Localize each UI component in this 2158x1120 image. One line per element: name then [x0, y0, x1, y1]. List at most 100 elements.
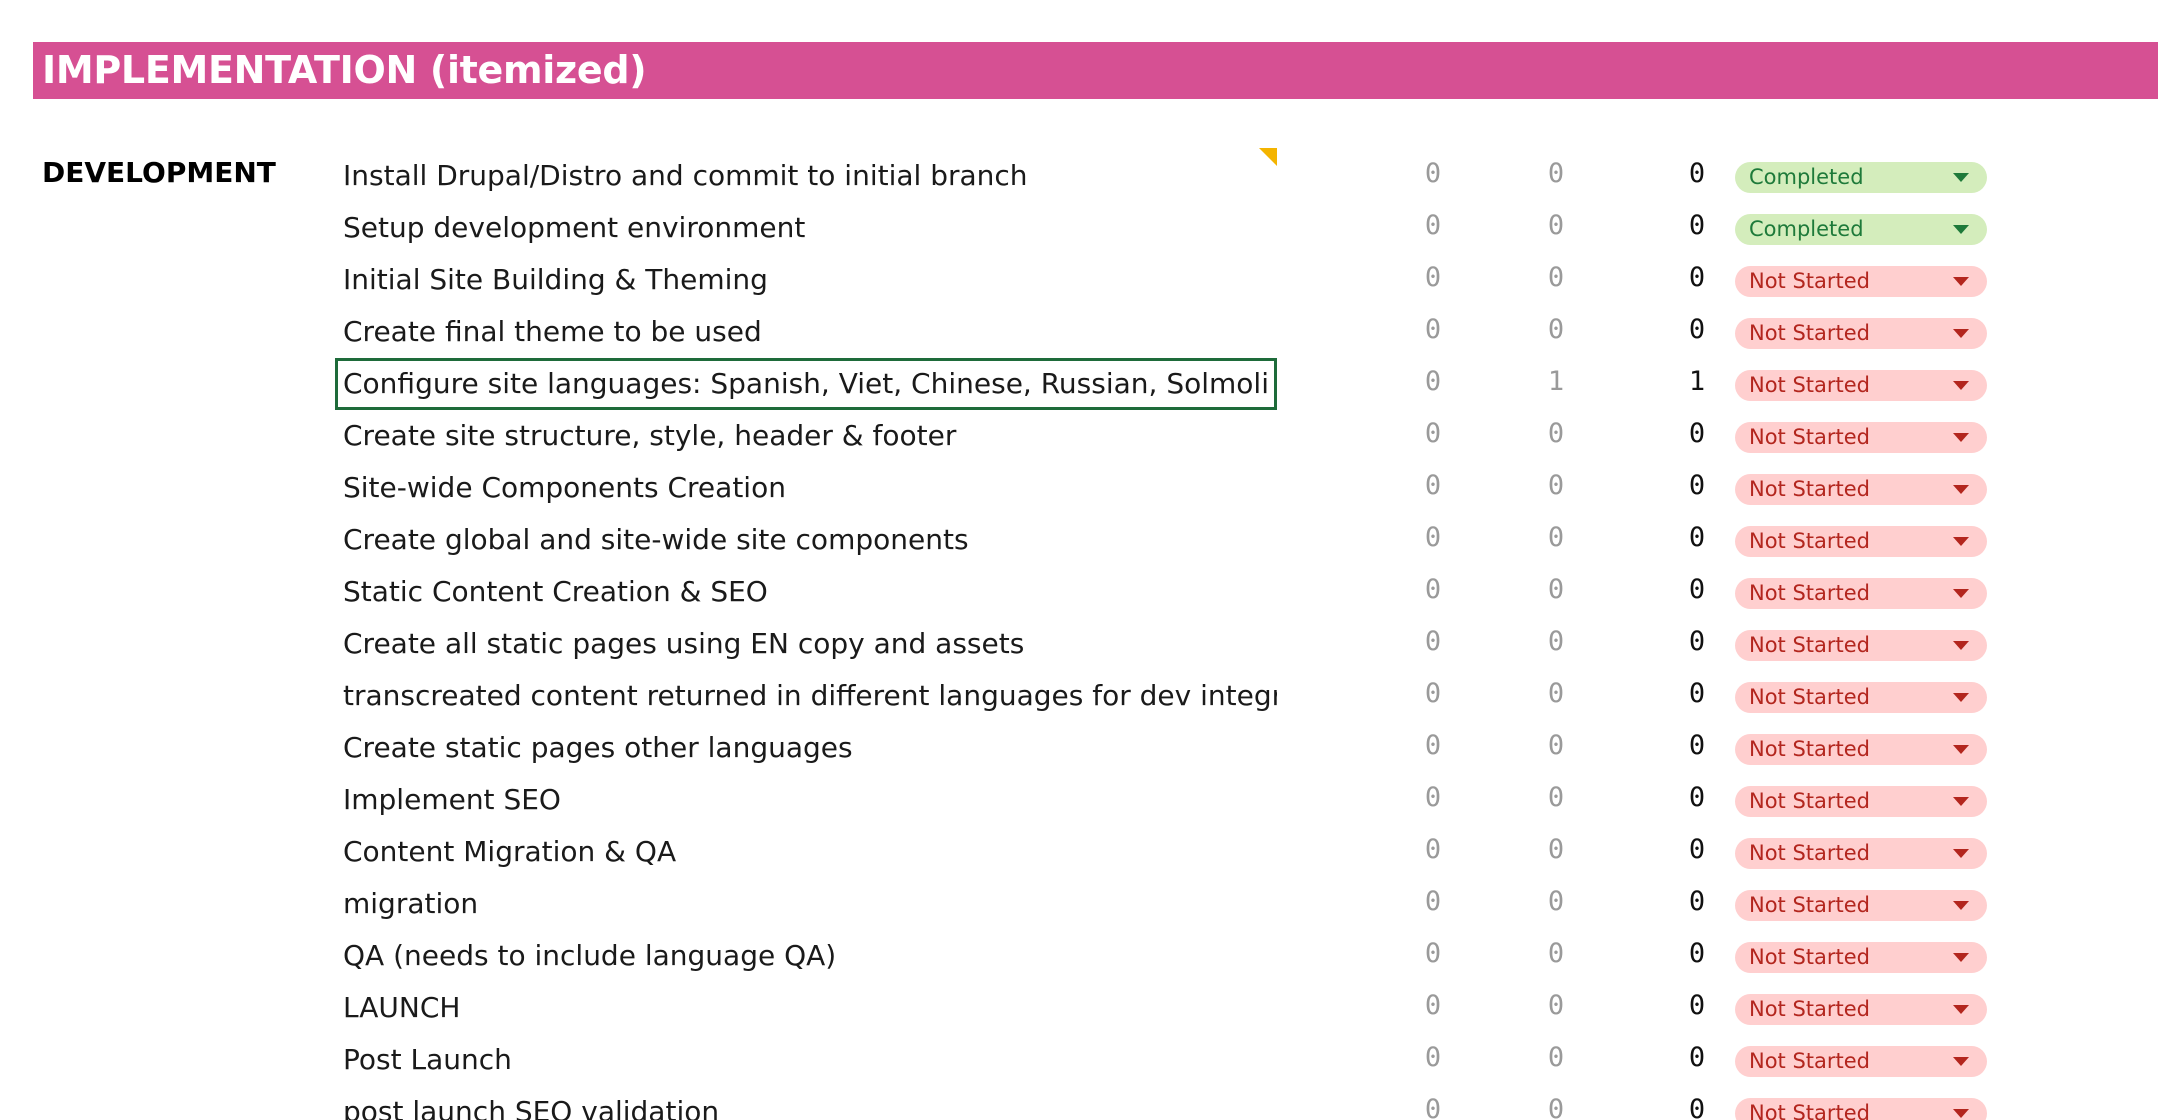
chevron-down-icon[interactable]	[1953, 485, 1969, 494]
chevron-down-icon[interactable]	[1953, 225, 1969, 234]
task-cell[interactable]: migration	[335, 878, 1277, 930]
status-dropdown[interactable]: Not Started	[1735, 526, 1987, 557]
value-cell-2[interactable]: 0	[1536, 1086, 1576, 1120]
chevron-down-icon[interactable]	[1953, 1109, 1969, 1118]
status-dropdown[interactable]: Not Started	[1735, 578, 1987, 609]
chevron-down-icon[interactable]	[1953, 329, 1969, 338]
status-dropdown[interactable]: Completed	[1735, 162, 1987, 193]
value-cell-2[interactable]: 0	[1536, 826, 1576, 878]
chevron-down-icon[interactable]	[1953, 849, 1969, 858]
task-cell[interactable]: Install Drupal/Distro and commit to init…	[335, 150, 1277, 202]
value-cell-3[interactable]: 1	[1677, 358, 1717, 410]
task-cell[interactable]: Create all static pages using EN copy an…	[335, 618, 1277, 670]
task-cell[interactable]: Setup development environment	[335, 202, 1277, 254]
value-cell-3[interactable]: 0	[1677, 774, 1717, 826]
value-cell-1[interactable]: 0	[1413, 566, 1453, 618]
value-cell-3[interactable]: 0	[1677, 566, 1717, 618]
status-dropdown[interactable]: Not Started	[1735, 734, 1987, 765]
value-cell-2[interactable]: 0	[1536, 722, 1576, 774]
status-dropdown[interactable]: Not Started	[1735, 786, 1987, 817]
value-cell-3[interactable]: 0	[1677, 982, 1717, 1034]
value-cell-1[interactable]: 0	[1413, 514, 1453, 566]
value-cell-1[interactable]: 0	[1413, 670, 1453, 722]
value-cell-2[interactable]: 1	[1536, 358, 1576, 410]
value-cell-3[interactable]: 0	[1677, 254, 1717, 306]
value-cell-3[interactable]: 0	[1677, 306, 1717, 358]
chevron-down-icon[interactable]	[1953, 693, 1969, 702]
value-cell-2[interactable]: 0	[1536, 982, 1576, 1034]
value-cell-3[interactable]: 0	[1677, 514, 1717, 566]
chevron-down-icon[interactable]	[1953, 745, 1969, 754]
chevron-down-icon[interactable]	[1953, 381, 1969, 390]
value-cell-1[interactable]: 0	[1413, 306, 1453, 358]
chevron-down-icon[interactable]	[1953, 797, 1969, 806]
value-cell-2[interactable]: 0	[1536, 618, 1576, 670]
task-cell[interactable]: Create final theme to be used	[335, 306, 1277, 358]
status-dropdown[interactable]: Completed	[1735, 214, 1987, 245]
task-cell[interactable]: Site-wide Components Creation	[335, 462, 1277, 514]
task-cell[interactable]: Create global and site-wide site compone…	[335, 514, 1277, 566]
value-cell-2[interactable]: 0	[1536, 670, 1576, 722]
value-cell-2[interactable]: 0	[1536, 462, 1576, 514]
value-cell-1[interactable]: 0	[1413, 878, 1453, 930]
value-cell-3[interactable]: 0	[1677, 150, 1717, 202]
task-cell[interactable]: Create static pages other languages	[335, 722, 1277, 774]
task-cell[interactable]: Implement SEO	[335, 774, 1277, 826]
status-dropdown[interactable]: Not Started	[1735, 890, 1987, 921]
task-cell[interactable]: transcreated content returned in differe…	[335, 670, 1277, 722]
value-cell-3[interactable]: 0	[1677, 410, 1717, 462]
status-dropdown[interactable]: Not Started	[1735, 942, 1987, 973]
value-cell-1[interactable]: 0	[1413, 618, 1453, 670]
value-cell-2[interactable]: 0	[1536, 306, 1576, 358]
value-cell-1[interactable]: 0	[1413, 1086, 1453, 1120]
status-dropdown[interactable]: Not Started	[1735, 422, 1987, 453]
value-cell-3[interactable]: 0	[1677, 878, 1717, 930]
value-cell-1[interactable]: 0	[1413, 774, 1453, 826]
value-cell-2[interactable]: 0	[1536, 202, 1576, 254]
value-cell-2[interactable]: 0	[1536, 774, 1576, 826]
value-cell-3[interactable]: 0	[1677, 618, 1717, 670]
chevron-down-icon[interactable]	[1953, 433, 1969, 442]
value-cell-1[interactable]: 0	[1413, 722, 1453, 774]
chevron-down-icon[interactable]	[1953, 537, 1969, 546]
value-cell-1[interactable]: 0	[1413, 930, 1453, 982]
chevron-down-icon[interactable]	[1953, 589, 1969, 598]
value-cell-2[interactable]: 0	[1536, 410, 1576, 462]
value-cell-1[interactable]: 0	[1413, 462, 1453, 514]
value-cell-3[interactable]: 0	[1677, 722, 1717, 774]
value-cell-1[interactable]: 0	[1413, 982, 1453, 1034]
status-dropdown[interactable]: Not Started	[1735, 474, 1987, 505]
value-cell-3[interactable]: 0	[1677, 202, 1717, 254]
chevron-down-icon[interactable]	[1953, 277, 1969, 286]
value-cell-1[interactable]: 0	[1413, 358, 1453, 410]
value-cell-2[interactable]: 0	[1536, 150, 1576, 202]
task-cell-selected[interactable]: Configure site languages: Spanish, Viet,…	[335, 358, 1277, 410]
chevron-down-icon[interactable]	[1953, 173, 1969, 182]
value-cell-1[interactable]: 0	[1413, 1034, 1453, 1086]
chevron-down-icon[interactable]	[1953, 1005, 1969, 1014]
status-dropdown[interactable]: Not Started	[1735, 266, 1987, 297]
status-dropdown[interactable]: Not Started	[1735, 838, 1987, 869]
status-dropdown[interactable]: Not Started	[1735, 318, 1987, 349]
chevron-down-icon[interactable]	[1953, 641, 1969, 650]
value-cell-2[interactable]: 0	[1536, 566, 1576, 618]
status-dropdown[interactable]: Not Started	[1735, 1098, 1987, 1120]
task-cell[interactable]: Content Migration & QA	[335, 826, 1277, 878]
value-cell-3[interactable]: 0	[1677, 462, 1717, 514]
value-cell-1[interactable]: 0	[1413, 202, 1453, 254]
status-dropdown[interactable]: Not Started	[1735, 1046, 1987, 1077]
value-cell-1[interactable]: 0	[1413, 150, 1453, 202]
task-cell[interactable]: post launch SEO validation	[335, 1086, 1277, 1120]
value-cell-1[interactable]: 0	[1413, 410, 1453, 462]
status-dropdown[interactable]: Not Started	[1735, 682, 1987, 713]
task-cell[interactable]: Initial Site Building & Theming	[335, 254, 1277, 306]
task-cell[interactable]: Static Content Creation & SEO	[335, 566, 1277, 618]
value-cell-3[interactable]: 0	[1677, 930, 1717, 982]
value-cell-2[interactable]: 0	[1536, 930, 1576, 982]
status-dropdown[interactable]: Not Started	[1735, 370, 1987, 401]
status-dropdown[interactable]: Not Started	[1735, 994, 1987, 1025]
chevron-down-icon[interactable]	[1953, 953, 1969, 962]
value-cell-3[interactable]: 0	[1677, 1034, 1717, 1086]
value-cell-3[interactable]: 0	[1677, 826, 1717, 878]
value-cell-2[interactable]: 0	[1536, 878, 1576, 930]
